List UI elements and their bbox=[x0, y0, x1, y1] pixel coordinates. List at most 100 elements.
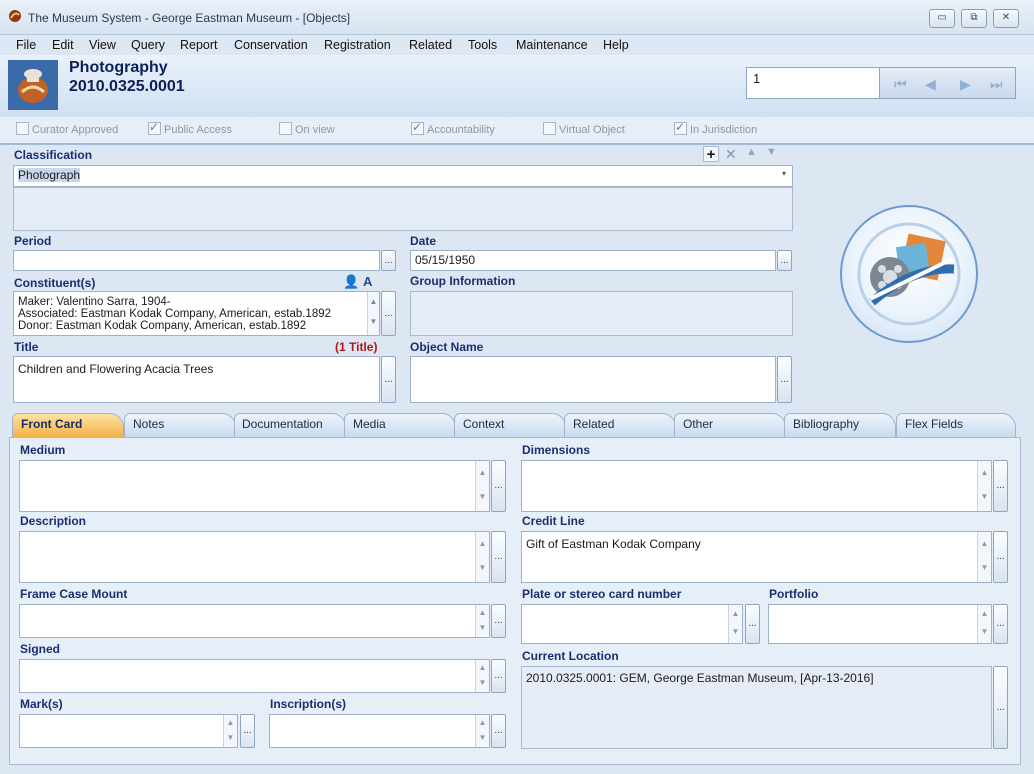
constituents-scrollbar[interactable]: ▲ ▼ bbox=[367, 292, 379, 335]
constituent-item[interactable]: Donor: Eastman Kodak Company, American, … bbox=[18, 320, 375, 332]
dimensions-lookup-button[interactable]: ... bbox=[993, 460, 1008, 512]
date-label: Date bbox=[410, 234, 437, 248]
tab-context[interactable]: Context bbox=[454, 413, 566, 437]
tab-other[interactable]: Other bbox=[674, 413, 786, 437]
dimensions-field[interactable]: ▲ ▼ bbox=[521, 460, 992, 512]
move-up-icon[interactable]: ▲ bbox=[746, 146, 757, 158]
menu-query[interactable]: Query bbox=[131, 38, 165, 52]
signed-lookup-button[interactable]: ... bbox=[491, 659, 506, 693]
accountability-checkbox[interactable]: Accountability bbox=[411, 120, 495, 136]
constituent-item[interactable]: Maker: Valentino Sarra, 1904- bbox=[18, 296, 375, 308]
first-record-icon[interactable]: ⏮ bbox=[894, 76, 907, 93]
virtual-object-checkbox[interactable]: Virtual Object bbox=[543, 122, 625, 136]
classification-select[interactable]: Photograph ▾ bbox=[13, 165, 793, 187]
minimize-button[interactable]: ▭ bbox=[929, 9, 955, 28]
menu-file[interactable]: File bbox=[16, 38, 36, 52]
tab-bibliography[interactable]: Bibliography bbox=[784, 413, 896, 437]
plate-scrollbar[interactable]: ▲ ▼ bbox=[728, 605, 742, 643]
period-field[interactable] bbox=[13, 250, 380, 271]
title-field[interactable]: Children and Flowering Acacia Trees bbox=[13, 356, 380, 403]
object-name-field[interactable] bbox=[410, 356, 776, 403]
move-down-icon[interactable]: ▼ bbox=[766, 146, 777, 158]
plate-number-field[interactable]: ▲ ▼ bbox=[521, 604, 743, 644]
constituent-item[interactable]: Associated: Eastman Kodak Company, Ameri… bbox=[18, 308, 375, 320]
tab-notes[interactable]: Notes bbox=[124, 413, 236, 437]
in-jurisdiction-checkbox[interactable]: In Jurisdiction bbox=[674, 120, 757, 136]
medium-lookup-button[interactable]: ... bbox=[491, 460, 506, 512]
tab-related[interactable]: Related bbox=[564, 413, 676, 437]
tab-front-card[interactable]: Front Card bbox=[12, 413, 124, 437]
signed-field[interactable]: ▲ ▼ bbox=[19, 659, 490, 693]
signed-label: Signed bbox=[20, 642, 61, 656]
medium-scrollbar[interactable]: ▲ ▼ bbox=[475, 461, 489, 511]
next-record-icon[interactable]: ▶ bbox=[960, 76, 971, 93]
marks-scrollbar[interactable]: ▲ ▼ bbox=[223, 715, 237, 747]
portfolio-label: Portfolio bbox=[769, 587, 819, 601]
record-navigation: ⏮ ◀ ▶ ⏭ bbox=[880, 67, 1016, 99]
menu-report[interactable]: Report bbox=[180, 38, 218, 52]
period-lookup-button[interactable]: ... bbox=[381, 250, 396, 271]
menu-edit[interactable]: Edit bbox=[52, 38, 74, 52]
credit-line-lookup-button[interactable]: ... bbox=[993, 531, 1008, 583]
menu-view[interactable]: View bbox=[89, 38, 116, 52]
medium-field[interactable]: ▲ ▼ bbox=[19, 460, 490, 512]
date-field[interactable]: 05/15/1950 bbox=[410, 250, 776, 271]
date-lookup-button[interactable]: ... bbox=[777, 250, 792, 271]
object-name-lookup-button[interactable]: ... bbox=[777, 356, 792, 403]
menu-maintenance[interactable]: Maintenance bbox=[516, 38, 588, 52]
dimensions-scrollbar[interactable]: ▲ ▼ bbox=[977, 461, 991, 511]
person-icon[interactable]: 👤 bbox=[343, 274, 359, 290]
remove-classification-icon[interactable]: ✕ bbox=[725, 146, 737, 163]
description-label: Description bbox=[20, 514, 87, 528]
constituents-lookup-button[interactable]: ... bbox=[381, 291, 396, 336]
portfolio-scrollbar[interactable]: ▲ ▼ bbox=[977, 605, 991, 643]
add-classification-icon[interactable]: + bbox=[703, 146, 719, 162]
group-information-label: Group Information bbox=[410, 274, 516, 288]
credit-line-value: Gift of Eastman Kodak Company bbox=[526, 537, 701, 551]
inscriptions-scrollbar[interactable]: ▲ ▼ bbox=[475, 715, 489, 747]
tab-flex-fields[interactable]: Flex Fields bbox=[896, 413, 1016, 437]
tab-documentation[interactable]: Documentation bbox=[234, 413, 346, 437]
period-label: Period bbox=[14, 234, 52, 248]
previous-record-icon[interactable]: ◀ bbox=[925, 76, 936, 93]
marks-field[interactable]: ▲ ▼ bbox=[19, 714, 238, 748]
inscriptions-lookup-button[interactable]: ... bbox=[491, 714, 506, 748]
classification-label: Classification bbox=[14, 148, 93, 162]
credit-line-field[interactable]: Gift of Eastman Kodak Company ▲ ▼ bbox=[521, 531, 992, 583]
tab-media[interactable]: Media bbox=[344, 413, 456, 437]
header-classification: Photography bbox=[69, 59, 168, 76]
frame-scrollbar[interactable]: ▲ ▼ bbox=[475, 605, 489, 637]
menu-conservation[interactable]: Conservation bbox=[234, 38, 308, 52]
plate-lookup-button[interactable]: ... bbox=[745, 604, 760, 644]
marks-lookup-button[interactable]: ... bbox=[240, 714, 255, 748]
portfolio-field[interactable]: ▲ ▼ bbox=[768, 604, 992, 644]
frame-case-mount-field[interactable]: ▲ ▼ bbox=[19, 604, 490, 638]
description-field[interactable]: ▲ ▼ bbox=[19, 531, 490, 583]
record-number-input[interactable]: 1 bbox=[746, 67, 880, 99]
frame-case-mount-label: Frame Case Mount bbox=[20, 587, 128, 601]
current-location-lookup-button[interactable]: ... bbox=[993, 666, 1008, 749]
inscriptions-field[interactable]: ▲ ▼ bbox=[269, 714, 490, 748]
constituents-list[interactable]: Maker: Valentino Sarra, 1904- Associated… bbox=[13, 291, 380, 336]
title-lookup-button[interactable]: ... bbox=[381, 356, 396, 403]
credit-line-label: Credit Line bbox=[522, 514, 585, 528]
on-view-checkbox[interactable]: On view bbox=[279, 122, 335, 136]
signed-scrollbar[interactable]: ▲ ▼ bbox=[475, 660, 489, 692]
credit-line-scrollbar[interactable]: ▲ ▼ bbox=[977, 532, 991, 582]
description-lookup-button[interactable]: ... bbox=[491, 531, 506, 583]
description-scrollbar[interactable]: ▲ ▼ bbox=[475, 532, 489, 582]
restore-button[interactable]: ⧉ bbox=[961, 9, 987, 28]
menu-registration[interactable]: Registration bbox=[324, 38, 391, 52]
menu-related[interactable]: Related bbox=[409, 38, 452, 52]
alpha-sort-icon[interactable]: A bbox=[363, 274, 372, 289]
marks-label: Mark(s) bbox=[20, 697, 63, 711]
public-access-checkbox[interactable]: Public Access bbox=[148, 120, 232, 136]
menu-help[interactable]: Help bbox=[603, 38, 629, 52]
last-record-icon[interactable]: ⏭ bbox=[990, 76, 1003, 93]
frame-lookup-button[interactable]: ... bbox=[491, 604, 506, 638]
portfolio-lookup-button[interactable]: ... bbox=[993, 604, 1008, 644]
curator-approved-checkbox[interactable]: Curator Approved bbox=[16, 122, 118, 136]
close-button[interactable]: ✕ bbox=[993, 9, 1019, 28]
object-name-label: Object Name bbox=[410, 340, 484, 354]
menu-tools[interactable]: Tools bbox=[468, 38, 497, 52]
